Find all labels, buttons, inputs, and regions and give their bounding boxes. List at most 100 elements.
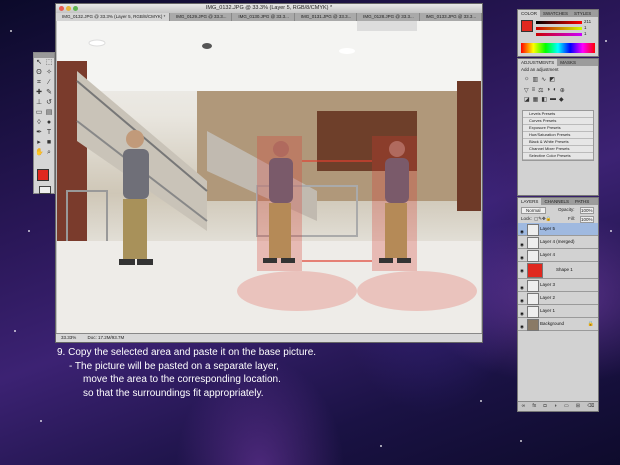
type-icon[interactable]: T bbox=[45, 129, 53, 137]
preset-item[interactable]: Black & White Presets bbox=[523, 139, 593, 146]
opacity-field[interactable]: 100% bbox=[580, 207, 594, 214]
mask-icon[interactable]: ◘ bbox=[543, 402, 546, 411]
blue-value[interactable]: 1 bbox=[584, 31, 587, 36]
marquee-icon[interactable]: ⬚ bbox=[45, 59, 53, 67]
tab-swatches[interactable]: SWATCHES bbox=[540, 10, 571, 17]
tools-panel-grip[interactable] bbox=[34, 53, 54, 58]
minimize-icon[interactable] bbox=[66, 6, 71, 11]
document-tab[interactable]: IMG_0132.JPG @ 33.3% (Layer 5, RGB/8/CMY… bbox=[56, 13, 170, 21]
move-icon[interactable]: ↖ bbox=[35, 59, 43, 67]
foreground-color-swatch[interactable] bbox=[37, 169, 49, 181]
folder-icon[interactable]: ▭ bbox=[564, 402, 569, 411]
preset-item[interactable]: Levels Presets bbox=[523, 111, 593, 118]
blue-slider[interactable] bbox=[536, 33, 582, 36]
brightness-icon[interactable]: ☼ bbox=[524, 76, 530, 83]
document-tab[interactable]: IMG_0133.JPG @ 33.3... bbox=[420, 13, 482, 21]
layer-row[interactable]: ◉ Layer 2 bbox=[518, 292, 598, 305]
image-canvas[interactable] bbox=[57, 21, 481, 335]
blend-mode-select[interactable]: Normal bbox=[521, 207, 546, 214]
layer-row[interactable]: ◉ Layer 1 bbox=[518, 305, 598, 318]
layer-row[interactable]: ◉ Layer 3 bbox=[518, 279, 598, 292]
eye-icon[interactable]: ◉ bbox=[520, 295, 525, 303]
adjustment-layer-icon[interactable]: ◑ bbox=[554, 402, 557, 411]
preset-item[interactable]: Hue/Saturation Presets bbox=[523, 132, 593, 139]
color-swatch[interactable] bbox=[521, 20, 533, 32]
dodge-icon[interactable]: ● bbox=[45, 119, 53, 127]
eraser-icon[interactable]: ▭ bbox=[35, 109, 43, 117]
stamp-icon[interactable]: ⊥ bbox=[35, 99, 43, 107]
tab-layers[interactable]: LAYERS bbox=[518, 198, 542, 205]
preset-item[interactable]: Curves Presets bbox=[523, 118, 593, 125]
layer-row[interactable]: ◉ Layer 5 bbox=[518, 223, 598, 236]
layer-row[interactable]: ◉ Background 🔒 bbox=[518, 318, 598, 331]
gradient-icon[interactable]: ▤ bbox=[45, 109, 53, 117]
layer-row[interactable]: ◉ Shape 1 bbox=[518, 262, 598, 279]
layer-row[interactable]: ◉ Layer 4 bbox=[518, 249, 598, 262]
tab-color[interactable]: COLOR bbox=[518, 10, 541, 17]
exposure-icon[interactable]: ◩ bbox=[549, 76, 555, 83]
document-tab[interactable]: IMG_0129.JPG @ 33.3... bbox=[170, 13, 233, 21]
tab-masks[interactable]: MASKS bbox=[557, 59, 579, 66]
lasso-icon[interactable]: ʘ bbox=[35, 69, 43, 77]
gradient-map-icon[interactable]: ▬ bbox=[550, 96, 556, 103]
zoom-icon[interactable]: ⌕ bbox=[45, 149, 53, 157]
document-tab[interactable]: IMG_0130.JPG @ 33.3... bbox=[232, 13, 295, 21]
shape-icon[interactable]: ■ bbox=[45, 139, 53, 147]
levels-icon[interactable]: ▥ bbox=[533, 76, 539, 83]
fill-field[interactable]: 100% bbox=[580, 216, 594, 223]
new-layer-icon[interactable]: ⊞ bbox=[576, 402, 580, 411]
hand-icon[interactable]: ✋ bbox=[35, 149, 44, 157]
trash-icon[interactable]: ⌫ bbox=[587, 402, 594, 411]
document-tab[interactable]: IMG_0128.JPG @ 33.3... bbox=[357, 13, 420, 21]
brush-icon[interactable]: ✎ bbox=[45, 89, 53, 97]
quick-mask-icon[interactable] bbox=[39, 186, 51, 194]
eye-icon[interactable]: ◉ bbox=[520, 226, 525, 234]
hue-icon[interactable]: ≡ bbox=[532, 87, 536, 94]
layer-row[interactable]: ◉ Layer 4 (merged) bbox=[518, 236, 598, 249]
wand-icon[interactable]: ✧ bbox=[45, 69, 53, 77]
photo-filter-icon[interactable]: ◐ bbox=[553, 87, 557, 94]
bw-icon[interactable]: ◑ bbox=[547, 87, 551, 94]
balance-icon[interactable]: ⚖ bbox=[538, 87, 543, 94]
eyedropper-icon[interactable]: ∕ bbox=[45, 79, 53, 87]
blur-icon[interactable]: ◊ bbox=[35, 119, 43, 127]
red-slider[interactable] bbox=[536, 21, 582, 24]
document-tab[interactable]: IMG_0131.JPG @ 33.3... bbox=[295, 13, 358, 21]
preset-item[interactable]: Exposure Presets bbox=[523, 125, 593, 132]
lock-icon[interactable]: ▢✎✥🔒 bbox=[534, 216, 551, 222]
heal-icon[interactable]: ✚ bbox=[35, 89, 43, 97]
invert-icon[interactable]: ◪ bbox=[524, 96, 530, 103]
pen-icon[interactable]: ✒ bbox=[35, 129, 43, 137]
curves-icon[interactable]: ∿ bbox=[541, 76, 546, 83]
eye-icon[interactable]: ◉ bbox=[520, 252, 525, 260]
tab-adjustments[interactable]: ADJUSTMENTS bbox=[518, 59, 558, 66]
eye-icon[interactable]: ◉ bbox=[520, 321, 525, 329]
color-ramp[interactable] bbox=[521, 43, 595, 53]
tab-styles[interactable]: STYLES bbox=[571, 10, 594, 17]
link-icon[interactable]: ∞ bbox=[522, 402, 526, 411]
close-icon[interactable] bbox=[59, 6, 64, 11]
document-title-bar[interactable]: IMG_0132.JPG @ 33.3% (Layer 5, RGB/8/CMY… bbox=[56, 4, 482, 13]
path-select-icon[interactable]: ▸ bbox=[35, 139, 43, 147]
eye-icon[interactable]: ◉ bbox=[520, 308, 525, 316]
vibrance-icon[interactable]: ▽ bbox=[524, 87, 529, 94]
posterize-icon[interactable]: ▦ bbox=[533, 96, 539, 103]
green-value[interactable]: 1 bbox=[584, 25, 587, 30]
tab-channels[interactable]: CHANNELS bbox=[541, 198, 572, 205]
eye-icon[interactable]: ◉ bbox=[520, 239, 525, 247]
selective-color-icon[interactable]: ◆ bbox=[559, 96, 564, 103]
green-slider[interactable] bbox=[536, 27, 582, 30]
red-value[interactable]: 211 bbox=[584, 19, 591, 24]
fx-icon[interactable]: fx bbox=[532, 402, 536, 411]
preset-item[interactable]: Selective Color Presets bbox=[523, 153, 593, 160]
mixer-icon[interactable]: ⊕ bbox=[560, 87, 565, 94]
eye-icon[interactable]: ◉ bbox=[520, 282, 525, 290]
zoom-level[interactable]: 33.33% bbox=[56, 335, 81, 340]
maximize-icon[interactable] bbox=[73, 6, 78, 11]
crop-icon[interactable]: ⌗ bbox=[35, 79, 43, 87]
threshold-icon[interactable]: ◧ bbox=[541, 96, 547, 103]
history-brush-icon[interactable]: ↺ bbox=[45, 99, 53, 107]
eye-icon[interactable]: ◉ bbox=[520, 265, 525, 273]
tab-paths[interactable]: PATHS bbox=[572, 198, 592, 205]
preset-item[interactable]: Channel Mixer Presets bbox=[523, 146, 593, 153]
